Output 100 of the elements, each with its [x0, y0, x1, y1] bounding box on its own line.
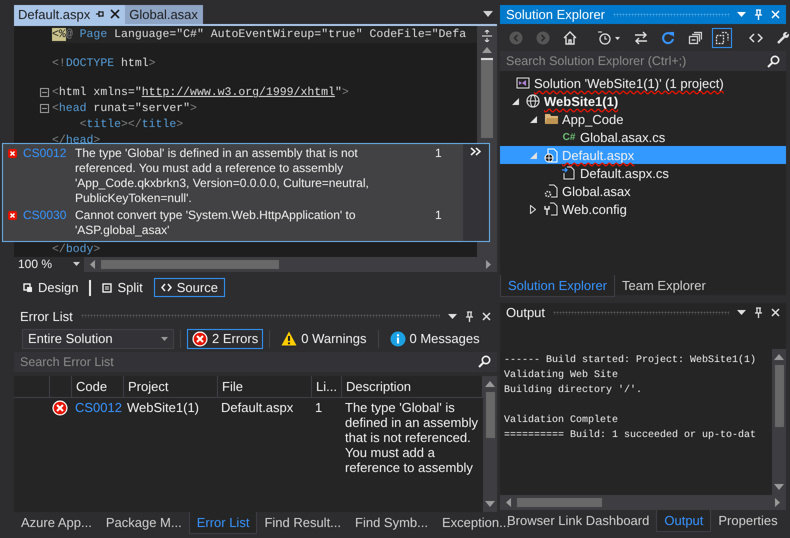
error-code-link[interactable]: CS0012: [75, 400, 122, 415]
document-tab[interactable]: Global.asax: [125, 5, 203, 24]
scroll-up-icon[interactable]: [482, 46, 492, 53]
tool-window-tab[interactable]: Find Result...: [257, 512, 348, 534]
collapse-icon[interactable]: [40, 104, 49, 114]
dropdown-caret-icon[interactable]: [737, 310, 746, 315]
error-icon: [8, 210, 17, 220]
splitter-icon[interactable]: [481, 30, 493, 42]
expanded-arrow-icon[interactable]: [530, 116, 536, 122]
column-header[interactable]: Code: [72, 376, 124, 398]
tool-window-tab[interactable]: Error List: [188, 512, 258, 534]
error-message: The type 'Global' is defined in an assembly that is not referenced. You must add a reference to assembly 'App_Code.qkxbrkn3, Version=0.0.0.0, Culture=neutral, PublicKeyToken=null'.: [75, 146, 370, 206]
code-line: </head>: [52, 134, 100, 148]
code-line: <!DOCTYPE html>: [52, 57, 156, 70]
column-header[interactable]: Project: [124, 376, 218, 398]
solution-icon: [516, 76, 530, 90]
filter-button[interactable]: 0 Warnings: [276, 329, 372, 348]
close-icon[interactable]: [110, 9, 120, 20]
globe-icon: [526, 94, 540, 108]
code-line: <html xmlns="http://www.w3.org/1999/xhtml">: [52, 86, 349, 100]
scroll-left-icon[interactable]: [90, 260, 95, 269]
web-page-icon: [544, 148, 558, 162]
filter-button[interactable]: 0 Messages: [384, 328, 485, 349]
code-line: <title></title>: [78, 118, 184, 132]
collapse-icon[interactable]: [40, 88, 49, 98]
tree-item[interactable]: Web.config: [500, 200, 786, 218]
error-count: 1: [435, 208, 442, 223]
collapsed-arrow-icon[interactable]: [530, 204, 536, 214]
search-field[interactable]: Search Error List: [14, 352, 472, 372]
scrollbar-thumb[interactable]: [517, 498, 602, 507]
output-line: Validation Complete: [504, 414, 620, 428]
scroll-right-icon[interactable]: [775, 498, 780, 507]
tree-item[interactable]: App_Code: [500, 110, 786, 128]
scroll-down-icon[interactable]: [485, 501, 495, 508]
error-icon: [192, 330, 208, 347]
error-icon: [52, 400, 68, 416]
panel-title: Output: [506, 305, 546, 320]
column-header[interactable]: Li...: [312, 376, 342, 398]
column-header[interactable]: File: [218, 376, 312, 398]
split-view-icon: [102, 282, 112, 293]
tool-window-tab[interactable]: Team Explorer: [615, 275, 713, 296]
view-mode-button[interactable]: Split: [95, 278, 150, 298]
scrollbar-thumb[interactable]: [481, 58, 493, 138]
tree-item[interactable]: Default.aspx.cs: [500, 164, 786, 182]
tool-window-tab[interactable]: Find Symb...: [348, 512, 435, 534]
scroll-up-icon[interactable]: [774, 354, 784, 360]
view-mode-button[interactable]: Design: [16, 278, 86, 298]
zoom-dropdown[interactable]: 100 %: [14, 256, 84, 272]
code-line: <%@ Page Language="C#" AutoEventWireup="true" CodeFile="Defa: [52, 28, 466, 42]
scroll-down-icon[interactable]: [774, 484, 784, 490]
scope-dropdown[interactable]: Entire Solution: [22, 328, 174, 349]
tool-window-tab[interactable]: Output: [656, 510, 712, 532]
tool-window-tab[interactable]: Solution Explorer: [500, 275, 615, 297]
scrollbar-thumb[interactable]: [101, 260, 279, 269]
filter-button[interactable]: 2 Errors: [187, 328, 264, 349]
code-line: <head runat="server">: [52, 102, 197, 116]
wrench-file-icon: [544, 202, 558, 216]
gear-file-icon: [544, 184, 558, 198]
search-button[interactable]: [761, 51, 786, 71]
scroll-right-icon[interactable]: [486, 260, 491, 269]
dropdown-caret-icon[interactable]: [448, 314, 457, 319]
scroll-up-icon[interactable]: [485, 380, 495, 387]
view-mode-button[interactable]: Source: [154, 278, 225, 298]
table-cell: 1: [315, 400, 322, 415]
scrollbar-thumb[interactable]: [486, 392, 494, 438]
document-tab[interactable]: Default.aspx: [14, 5, 126, 24]
warning-icon: [281, 331, 298, 346]
tool-window-tab[interactable]: Azure App...: [14, 512, 99, 534]
dropdown-caret-icon[interactable]: [73, 262, 80, 266]
info-icon: [390, 330, 406, 347]
search-field[interactable]: Search Solution Explorer (Ctrl+;): [500, 51, 761, 71]
tree-item[interactable]: Solution 'WebSite1(1)' (1 project): [500, 74, 786, 92]
search-icon: [478, 355, 491, 368]
search-button[interactable]: [472, 352, 497, 372]
csharp-file-icon: C#: [562, 132, 576, 142]
tree-item[interactable]: C# Global.asax.cs: [500, 128, 786, 146]
tool-window-tab[interactable]: Package M...: [98, 512, 189, 534]
table-cell: WebSite1(1): [127, 400, 200, 415]
tree-item[interactable]: WebSite1(1): [500, 92, 786, 110]
output-line: ------ Build started: Project: WebSite1(1): [504, 354, 758, 368]
panel-title: Solution Explorer: [506, 7, 605, 22]
table-cell: The type 'Global' is defined in an assembly that is not referenced. You must add a reference to assembly: [345, 400, 478, 475]
table-cell: Default.aspx: [221, 400, 294, 415]
design-view-icon: [23, 282, 33, 293]
output-line: Building directory '/'.: [504, 384, 644, 398]
error-count: 1: [435, 146, 442, 161]
error-message: Cannot convert type 'System.Web.HttpApplication' to 'ASP.global_asax': [75, 208, 356, 238]
tool-window-tab[interactable]: Properties: [711, 510, 785, 531]
code-brackets-icon: [160, 283, 172, 292]
dropdown-caret-icon[interactable]: [483, 11, 493, 18]
scroll-left-icon[interactable]: [506, 498, 511, 507]
output-line: Validating Web Site: [504, 368, 620, 383]
tree-item[interactable]: Global.asax: [500, 182, 786, 200]
expanded-arrow-icon[interactable]: [512, 98, 518, 104]
code-file-icon: [562, 166, 576, 180]
show-all-icon[interactable]: [712, 28, 732, 48]
pin-icon[interactable]: [95, 9, 106, 20]
scrollbar-thumb[interactable]: [774, 365, 784, 427]
output-line: ========== Build: 1 succeeded or up-to-dat: [504, 428, 758, 443]
double-chevron-icon[interactable]: [470, 146, 482, 156]
